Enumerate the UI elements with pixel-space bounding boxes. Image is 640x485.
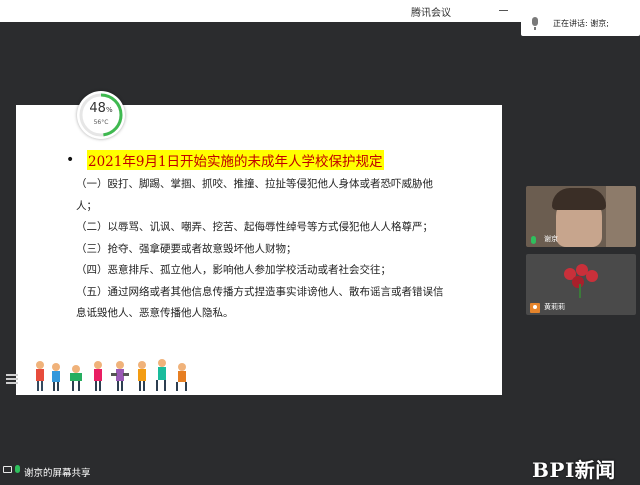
mic-icon — [532, 17, 538, 30]
speaking-indicator: 正在讲话: 谢京; — [521, 12, 640, 36]
temperature-widget[interactable]: 48% 56°C — [77, 91, 125, 139]
figure-1 — [36, 361, 44, 391]
slide-paragraph: （二）以辱骂、讥讽、嘲弄、挖苦、起侮辱性绰号等方式侵犯他人人格尊严； — [76, 221, 433, 233]
video-background — [606, 186, 636, 247]
participant-video-hair — [552, 188, 606, 210]
slide-body: （一）殴打、脚踢、掌掴、抓咬、推撞、拉扯等侵犯他人身体或者恐吓威胁他人； （二）… — [76, 174, 452, 325]
figure-2 — [52, 363, 60, 391]
temperature-percent: 48% — [89, 101, 113, 116]
app-title: 腾讯会议 — [411, 8, 451, 19]
slide-paragraph: （一）殴打、脚踢、掌掴、抓咬、推撞、拉扯等侵犯他人身体或者恐吓威胁他人； — [76, 178, 433, 212]
decorative-figures — [36, 359, 187, 391]
shared-slide: • 2021年9月1日开始实施的未成年人学校保护规定 （一）殴打、脚踢、掌掴、抓… — [16, 105, 502, 395]
figure-5 — [111, 361, 129, 391]
rose-avatar-image — [562, 262, 598, 298]
monitor-icon — [3, 466, 12, 473]
slide-paragraph: （四）恶意排斥、孤立他人，影响他人参加学校活动或者社会交往； — [76, 264, 391, 276]
participant-tile[interactable]: 黄莉莉 — [526, 254, 636, 315]
screen-share-bar[interactable]: 谢京的屏幕共享 — [0, 462, 110, 480]
avatar-icon — [530, 303, 540, 313]
mic-icon — [531, 236, 536, 244]
temperature-celsius: 56°C — [93, 119, 109, 126]
slide-title: 2021年9月1日开始实施的未成年人学校保护规定 — [87, 150, 384, 170]
slide-paragraph: （三）抢夺、强拿硬要或者故意毁坏他人财物； — [76, 242, 297, 255]
screen-share-label: 谢京的屏幕共享 — [24, 468, 91, 479]
figure-6 — [138, 361, 146, 391]
participant-name: 黄莉莉 — [544, 303, 565, 311]
slide-paragraph: （五）通过网络或者其他信息传播方式捏造事实诽谤他人、散布谣言或者错误信息诋毁他人… — [76, 285, 444, 320]
participant-tile[interactable]: 谢京 — [526, 186, 636, 247]
watermark: BPI新闻 — [532, 458, 616, 482]
speaking-label: 正在讲话: 谢京; — [553, 19, 609, 28]
mic-icon — [15, 465, 20, 473]
minimize-icon[interactable] — [499, 10, 508, 11]
figure-8 — [176, 363, 187, 391]
bullet: • — [66, 152, 75, 168]
figure-4 — [94, 361, 102, 391]
participant-name: 谢京 — [544, 235, 558, 243]
figure-3 — [70, 365, 82, 391]
figure-7 — [156, 359, 166, 391]
list-icon[interactable] — [4, 372, 20, 386]
